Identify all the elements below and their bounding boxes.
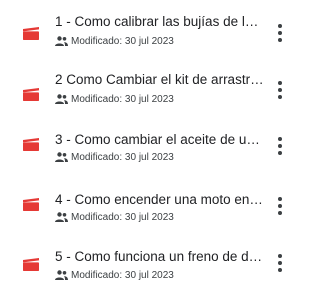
file-row[interactable]: 1 - Como calibrar las bujías de la moto …	[0, 0, 300, 50]
people-icon	[55, 270, 68, 280]
file-row[interactable]: 3 - Como cambiar el aceite de una moto M…	[0, 120, 300, 170]
more-vert-icon[interactable]	[270, 134, 290, 158]
file-subtitle: Modificado: 30 jul 2023	[55, 151, 255, 165]
video-file-icon	[23, 88, 39, 101]
video-file-icon	[23, 198, 39, 211]
more-vert-icon[interactable]	[270, 21, 290, 45]
file-title: 1 - Como calibrar las bujías de la moto	[55, 14, 265, 29]
modified-date: Modificado: 30 jul 2023	[71, 212, 174, 223]
file-row[interactable]: 5 - Como funciona un freno de disco Modi…	[0, 240, 300, 290]
modified-date: Modificado: 30 jul 2023	[71, 94, 174, 105]
file-title: 5 - Como funciona un freno de disco	[55, 249, 265, 264]
file-row[interactable]: 2 Como Cambiar el kit de arrastre de una…	[0, 61, 300, 111]
video-file-icon	[23, 258, 39, 271]
file-row[interactable]: 4 - Como encender una moto en frío Modif…	[0, 180, 300, 230]
file-subtitle: Modificado: 30 jul 2023	[55, 211, 255, 225]
file-title: 2 Como Cambiar el kit de arrastre de una…	[55, 72, 265, 87]
file-subtitle: Modificado: 30 jul 2023	[55, 269, 255, 283]
file-title: 4 - Como encender una moto en frío	[55, 192, 265, 207]
people-icon	[55, 36, 68, 46]
modified-date: Modificado: 30 jul 2023	[71, 152, 174, 163]
file-subtitle: Modificado: 30 jul 2023	[55, 35, 255, 49]
modified-date: Modificado: 30 jul 2023	[71, 270, 174, 281]
video-file-icon	[23, 27, 39, 40]
file-title: 3 - Como cambiar el aceite de una moto	[55, 132, 265, 147]
file-list: 1 - Como calibrar las bujías de la moto …	[0, 0, 300, 300]
more-vert-icon[interactable]	[270, 78, 290, 102]
file-subtitle: Modificado: 30 jul 2023	[55, 93, 255, 107]
people-icon	[55, 152, 68, 162]
people-icon	[55, 94, 68, 104]
more-vert-icon[interactable]	[270, 251, 290, 275]
people-icon	[55, 212, 68, 222]
modified-date: Modificado: 30 jul 2023	[71, 36, 174, 47]
video-file-icon	[23, 138, 39, 151]
more-vert-icon[interactable]	[270, 194, 290, 218]
